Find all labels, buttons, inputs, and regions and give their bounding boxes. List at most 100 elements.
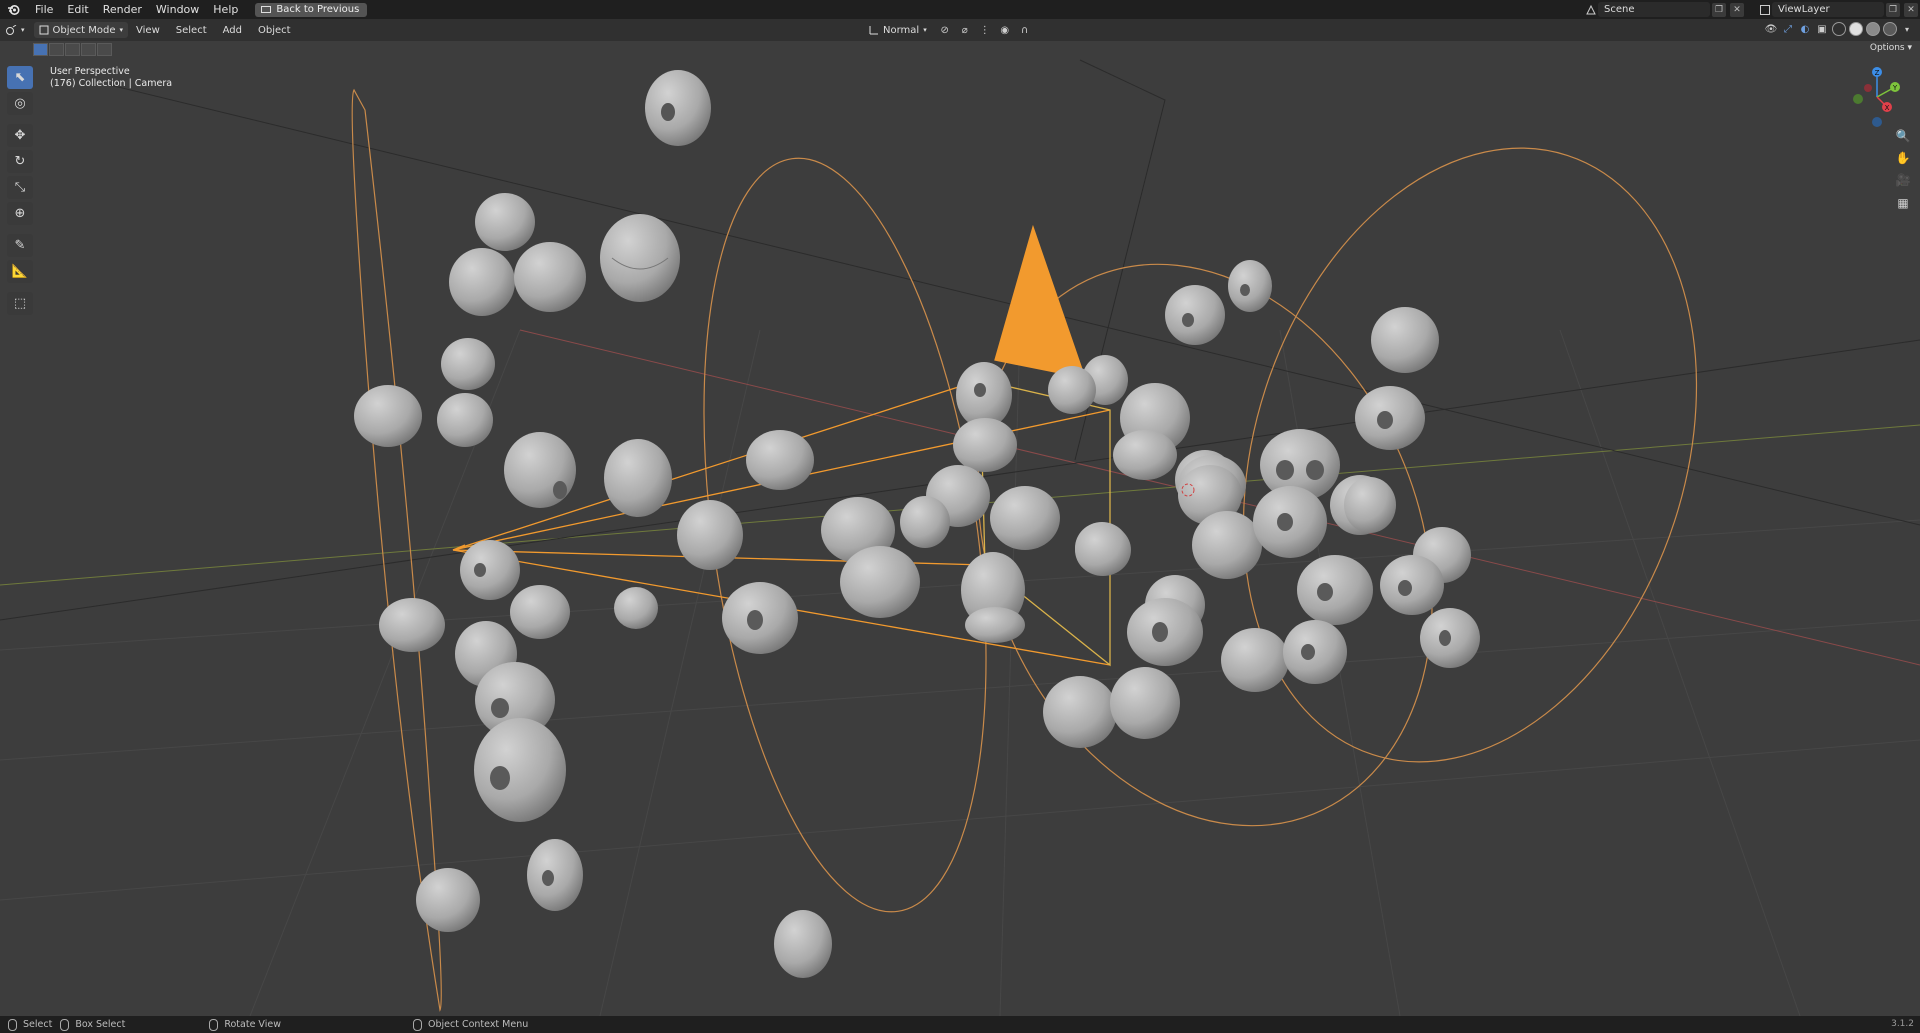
status-bar: Select Box Select Rotate View Object Con…	[0, 1016, 1920, 1033]
gizmo-toggle-icon[interactable]: ⤢	[1781, 22, 1795, 36]
wireframe-shading-icon[interactable]	[1832, 22, 1846, 36]
x-axis-label: X	[1885, 104, 1890, 112]
menu-view[interactable]: View	[128, 25, 168, 36]
status-box-select: Box Select	[60, 1018, 125, 1031]
scene-selector[interactable]: Scene	[1598, 2, 1710, 17]
editor-type-button[interactable]: ▾	[0, 22, 30, 38]
move-tool-icon[interactable]: ✥	[7, 124, 33, 147]
overlay-toggle-icon[interactable]: ◐	[1798, 22, 1812, 36]
skull-mesh	[1165, 285, 1225, 345]
menu-file[interactable]: File	[28, 0, 60, 19]
status-context-menu: Object Context Menu	[412, 1018, 529, 1031]
skull-mesh	[1075, 524, 1131, 576]
skull-mesh	[416, 868, 480, 932]
skull-objects[interactable]	[354, 70, 1480, 978]
orientation-dropdown[interactable]: Normal ▾	[864, 22, 932, 38]
menu-select[interactable]: Select	[168, 25, 215, 36]
skull-mesh	[441, 338, 495, 390]
topbar-right-group: Scene ❐ ✕ ViewLayer ❐ ✕	[1584, 0, 1920, 19]
tool-shelf: ⬉ ◎ ✥ ↻ ⤡ ⊕ ✎ 📐 ⬚	[7, 66, 35, 318]
collection-info-label: (176) Collection | Camera	[50, 78, 173, 89]
status-context-menu-label: Object Context Menu	[427, 1019, 529, 1030]
menu-window[interactable]: Window	[149, 0, 206, 19]
menu-help[interactable]: Help	[206, 0, 245, 19]
new-scene-icon[interactable]: ❐	[1712, 2, 1726, 17]
skull-mesh	[677, 500, 743, 570]
new-view-layer-icon[interactable]: ❐	[1886, 2, 1900, 17]
rendered-shading-icon[interactable]	[1883, 22, 1897, 36]
visibility-icon[interactable]: 👁	[1764, 22, 1778, 36]
3d-viewport[interactable]: User Perspective (176) Collection | Came…	[0, 41, 1920, 1016]
back-to-previous-button[interactable]: Back to Previous	[255, 2, 368, 17]
solid-shading-icon[interactable]	[1849, 22, 1863, 36]
proportional-edit-icon[interactable]: ◉	[998, 23, 1012, 37]
orientation-icon	[869, 26, 878, 35]
status-select: Select	[8, 1018, 53, 1031]
skull-mesh	[990, 486, 1060, 550]
snap-toggle-icon[interactable]: ⌀	[958, 23, 972, 37]
skull-mesh	[1048, 366, 1096, 414]
annotate-tool-icon[interactable]: ✎	[7, 234, 33, 257]
menu-add[interactable]: Add	[215, 25, 250, 36]
skull-mesh	[1380, 555, 1444, 615]
skull-mesh	[604, 439, 672, 517]
material-shading-icon[interactable]	[1866, 22, 1880, 36]
pivot-point-icon[interactable]: ⊘	[938, 23, 952, 37]
skull-mesh	[1297, 555, 1373, 625]
delete-scene-icon[interactable]: ✕	[1730, 2, 1744, 17]
back-to-previous-label: Back to Previous	[276, 4, 360, 15]
mouse-middle-icon	[209, 1018, 219, 1031]
skull-mesh	[1043, 676, 1117, 748]
skull-mesh	[1221, 628, 1289, 692]
measure-tool-icon[interactable]: 📐	[7, 260, 33, 283]
perspective-grid-icon[interactable]: ▦	[1892, 193, 1914, 213]
menu-render[interactable]: Render	[96, 0, 149, 19]
view-layer-name: ViewLayer	[1778, 4, 1830, 15]
rotate-tool-icon[interactable]: ↻	[7, 150, 33, 173]
skull-mesh	[475, 193, 535, 251]
y-axis-label: Y	[1892, 84, 1898, 92]
skull-mesh	[1110, 667, 1180, 739]
menu-edit[interactable]: Edit	[60, 0, 95, 19]
screen-icon	[261, 5, 272, 13]
skull-mesh	[614, 587, 658, 629]
top-menubar: File Edit Render Window Help Back to Pre…	[0, 0, 1920, 19]
add-cube-tool-icon[interactable]: ⬚	[7, 292, 33, 315]
chevron-down-icon: ▾	[923, 26, 927, 34]
select-box-tool-icon[interactable]: ⬉	[7, 66, 33, 89]
skull-mesh	[1355, 386, 1425, 450]
status-select-label: Select	[23, 1019, 53, 1030]
viewport-shading-group: 👁 ⤢ ◐ ▣ ▾	[1764, 22, 1914, 36]
navigation-gizmo[interactable]: Z Y X	[1852, 62, 1902, 132]
view-layer-icon[interactable]	[1758, 3, 1772, 17]
chevron-down-icon[interactable]: ▾	[1900, 22, 1914, 36]
pan-hand-icon[interactable]: ✋	[1892, 148, 1914, 168]
menu-object[interactable]: Object	[250, 25, 299, 36]
skull-mesh	[1283, 620, 1347, 684]
scene-icon[interactable]	[1584, 3, 1598, 17]
object-mode-dropdown[interactable]: Object Mode ▾	[33, 22, 129, 38]
view-layer-selector[interactable]: ViewLayer	[1772, 2, 1884, 17]
scale-tool-icon[interactable]: ⤡	[7, 176, 33, 199]
delete-view-layer-icon[interactable]: ✕	[1904, 2, 1918, 17]
skull-mesh	[379, 598, 445, 652]
object-mode-icon	[39, 25, 49, 35]
xray-toggle-icon[interactable]: ▣	[1815, 22, 1829, 36]
mouse-left-icon	[8, 1018, 17, 1031]
skull-mesh	[965, 607, 1025, 643]
skull-mesh	[600, 214, 680, 302]
cursor-tool-icon[interactable]: ◎	[7, 92, 33, 115]
falloff-curve-icon[interactable]: ∩	[1018, 23, 1032, 37]
skull-mesh	[1420, 608, 1480, 668]
skull-mesh	[722, 582, 798, 654]
transform-tool-icon[interactable]: ⊕	[7, 202, 33, 225]
view-name-label: User Perspective	[50, 66, 130, 77]
skull-mesh	[460, 540, 520, 600]
camera-view-icon[interactable]: 🎥	[1892, 170, 1914, 190]
viewport-scene[interactable]	[0, 41, 1920, 1016]
blender-logo-icon[interactable]	[6, 3, 20, 17]
snap-settings-icon[interactable]: ⋮	[978, 23, 992, 37]
status-rotate-view-label: Rotate View	[224, 1019, 281, 1030]
skull-mesh	[774, 910, 832, 978]
zoom-icon[interactable]: 🔍	[1892, 126, 1914, 146]
